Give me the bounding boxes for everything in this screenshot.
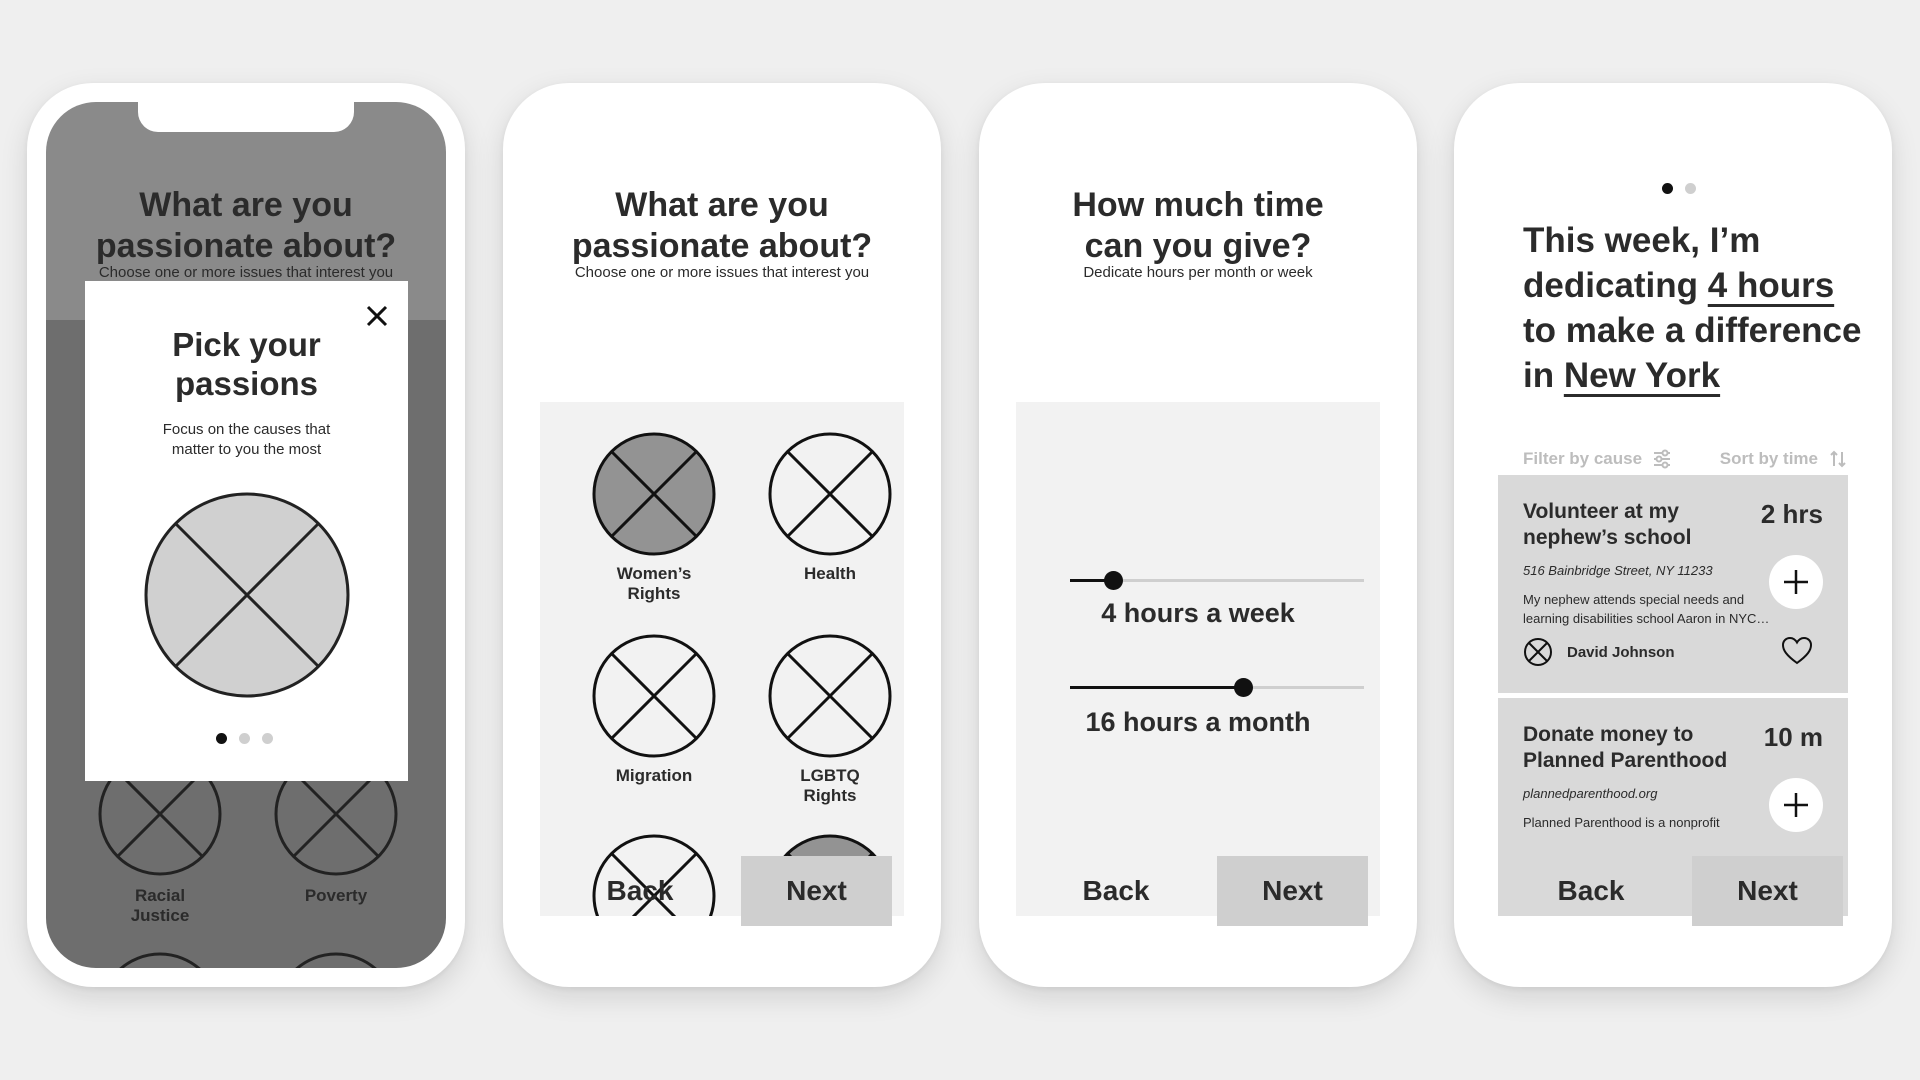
- plus-icon: [1784, 570, 1808, 594]
- pagination-dots: [216, 733, 273, 744]
- pagination-dot[interactable]: [1685, 183, 1696, 194]
- hours-per-week-slider[interactable]: [1070, 571, 1364, 590]
- pagination-dot[interactable]: [216, 733, 227, 744]
- plus-icon: [1784, 793, 1808, 817]
- hours-per-month-slider[interactable]: [1070, 678, 1364, 697]
- filter-by-cause-button[interactable]: Filter by cause: [1523, 449, 1672, 469]
- add-button[interactable]: [1769, 778, 1823, 832]
- card-address: plannedparenthood.org: [1523, 786, 1658, 801]
- time-selector-panel: 4 hours a week 16 hours a month: [1016, 402, 1380, 916]
- page-title: How much time can you give?: [1072, 186, 1324, 265]
- card-author[interactable]: David Johnson: [1523, 637, 1675, 667]
- phone-4: This week, I’m dedicating 4 hours to mak…: [1454, 83, 1892, 987]
- sort-icon: [1830, 450, 1846, 468]
- modal-title: Pick your passions: [172, 326, 321, 402]
- modal-description: Focus on the causes that matter to you t…: [162, 421, 331, 458]
- causes-grid: Women’s Rights Health Migration LGBTQ Ri…: [540, 402, 904, 916]
- sort-by-time-button[interactable]: Sort by time: [1720, 449, 1848, 469]
- phone-1: What are you passionate about? Choose on…: [27, 83, 465, 987]
- cause-placeholder-icon: [768, 634, 892, 758]
- sliders-icon: [1654, 449, 1671, 469]
- cause-item-partial[interactable]: [274, 952, 398, 968]
- back-button[interactable]: Back: [1056, 856, 1176, 926]
- commitment-heading: This week, I’m dedicating 4 hours to mak…: [1523, 221, 1862, 395]
- page-subtitle: Choose one or more issues that interest …: [98, 264, 394, 281]
- next-button[interactable]: Next: [1217, 856, 1368, 926]
- page-title: What are you passionate about?: [571, 186, 873, 265]
- card-title: Donate money to Planned Parenthood: [1523, 723, 1728, 772]
- page-title-line: What are you: [139, 186, 353, 224]
- city-selector-link[interactable]: New York: [1564, 356, 1720, 395]
- page-subtitle: Choose one or more issues that interest …: [574, 264, 870, 281]
- back-button[interactable]: Back: [580, 856, 700, 926]
- cause-label: Migration: [615, 766, 693, 785]
- cause-placeholder-icon: [592, 432, 716, 556]
- card-title: Volunteer at my nephew’s school: [1523, 500, 1692, 549]
- card-address: 516 Bainbridge Street, NY 11233: [1523, 563, 1713, 578]
- card-description: Planned Parenthood is a nonprofit: [1523, 815, 1720, 830]
- cause-item-partial[interactable]: [98, 952, 222, 968]
- screen-1: What are you passionate about? Choose on…: [46, 102, 446, 968]
- add-button[interactable]: [1769, 555, 1823, 609]
- slider-fill: [1070, 686, 1244, 689]
- cause-placeholder-icon: [592, 634, 716, 758]
- pagination-dots: [1662, 183, 1696, 194]
- slider-thumb[interactable]: [1234, 678, 1254, 697]
- cause-item-lgbtq-rights[interactable]: [768, 634, 892, 758]
- screen-4: This week, I’m dedicating 4 hours to mak…: [1473, 102, 1873, 968]
- cause-placeholder-icon: [119, 952, 201, 968]
- phone-3: How much time can you give? Dedicate hou…: [979, 83, 1417, 987]
- page-title-line: passionate about?: [95, 227, 397, 265]
- cause-label: Women’s Rights: [616, 564, 692, 603]
- cause-item-health[interactable]: [768, 432, 892, 556]
- onboarding-modal: Pick your passions Focus on the causes t…: [85, 281, 408, 781]
- hours-selector-link[interactable]: 4 hours: [1708, 266, 1834, 305]
- screen-2: What are you passionate about? Choose on…: [522, 102, 922, 968]
- cause-item-migration[interactable]: [592, 634, 716, 758]
- back-button[interactable]: Back: [1531, 856, 1651, 926]
- notch: [138, 102, 354, 132]
- modal-illustration-placeholder-icon: [144, 492, 350, 698]
- slider-value: 16 hours a month: [1085, 707, 1311, 737]
- opportunity-card[interactable]: Volunteer at my nephew’s school 2 hrs 51…: [1498, 475, 1848, 693]
- heart-icon[interactable]: [1781, 636, 1813, 670]
- pagination-dot[interactable]: [1662, 183, 1673, 194]
- cause-placeholder-icon: [768, 432, 892, 556]
- cause-label: LGBTQ Rights: [800, 766, 860, 805]
- cause-label: Racial Justice: [130, 886, 190, 925]
- cause-label: Poverty: [304, 886, 368, 905]
- author-name: David Johnson: [1567, 643, 1675, 661]
- phone-2: What are you passionate about? Choose on…: [503, 83, 941, 987]
- slider-value: 4 hours a week: [1101, 598, 1295, 628]
- card-duration: 10 m: [1763, 722, 1823, 752]
- avatar: [1524, 638, 1552, 666]
- next-button[interactable]: Next: [1692, 856, 1843, 926]
- page-title: What are you passionate about?: [46, 185, 446, 267]
- slider-thumb[interactable]: [1103, 571, 1123, 590]
- card-duration: 2 hrs: [1760, 499, 1823, 529]
- cause-item-womens-rights[interactable]: [592, 432, 716, 556]
- cause-label: Health: [804, 564, 856, 583]
- next-button[interactable]: Next: [741, 856, 892, 926]
- screen-3: How much time can you give? Dedicate hou…: [998, 102, 1398, 968]
- pagination-dot[interactable]: [239, 733, 250, 744]
- cause-placeholder-icon: [295, 952, 377, 968]
- pagination-dot[interactable]: [262, 733, 273, 744]
- card-description: My nephew attends special needs and lear…: [1523, 592, 1770, 626]
- page-subtitle: Dedicate hours per month or week: [1083, 264, 1313, 281]
